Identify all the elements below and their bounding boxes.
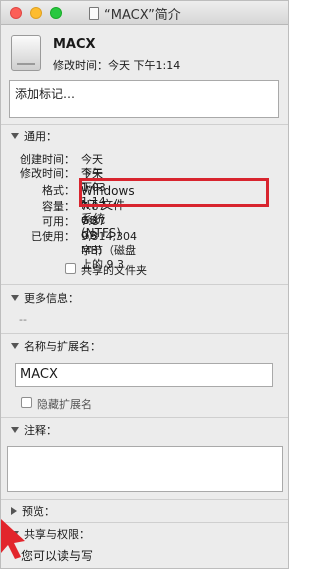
divider [1, 522, 288, 523]
modified-summary: 修改时间：今天 下午1:14 [53, 59, 181, 72]
format-label: 格式： [42, 184, 75, 197]
section-general-label: 通用： [24, 130, 57, 143]
section-comments-label: 注释： [24, 424, 57, 437]
disk-icon [11, 35, 41, 71]
divider [1, 284, 288, 285]
disclosure-triangle-icon [11, 507, 17, 515]
window-title-text: “MACX”简介 [104, 7, 181, 23]
section-general-header[interactable]: 通用： [11, 129, 57, 143]
info-header: MACX 修改时间：今天 下午1:14 [1, 26, 288, 78]
section-preview-header[interactable]: 预览： [11, 504, 55, 518]
volume-name: MACX [53, 37, 96, 52]
close-button[interactable] [10, 7, 22, 19]
comments-textarea[interactable] [7, 446, 283, 492]
format-highlight-box [79, 178, 269, 207]
divider [1, 499, 288, 500]
section-preview-label: 预览： [22, 505, 55, 518]
disclosure-triangle-icon [11, 295, 19, 301]
name-input[interactable]: MACX [15, 363, 273, 387]
capacity-label: 容量： [42, 200, 75, 213]
hide-extension-label: 隐藏扩展名 [37, 398, 92, 411]
title-bar[interactable]: “MACX”简介 [1, 1, 288, 25]
zoom-button[interactable] [50, 7, 62, 19]
section-more-info-header[interactable]: 更多信息： [11, 291, 79, 305]
disclosure-triangle-icon [11, 133, 19, 139]
minimize-button[interactable] [30, 7, 42, 19]
annotation-arrow-icon [1, 519, 25, 559]
tags-field[interactable]: 添加标记… [9, 80, 279, 118]
section-comments-header[interactable]: 注释： [11, 423, 57, 437]
used-label: 已使用： [31, 230, 75, 243]
created-label: 创建时间： [20, 153, 75, 166]
section-more-info-label: 更多信息： [24, 292, 79, 305]
divider [1, 333, 288, 334]
divider [1, 417, 288, 418]
section-name-header[interactable]: 名称与扩展名： [11, 339, 101, 353]
more-info-value: -- [19, 313, 27, 326]
window-title: “MACX”简介 [89, 4, 181, 23]
modified-label: 修改时间： [20, 167, 75, 180]
section-sharing-label: 共享与权限： [24, 528, 90, 541]
shared-folder-checkbox[interactable] [65, 263, 76, 274]
info-window: “MACX”简介 MACX 修改时间：今天 下午1:14 添加标记… 通用： 创… [0, 0, 289, 569]
sharing-value: 您可以读与写 [21, 549, 94, 563]
hide-extension-checkbox[interactable] [21, 397, 32, 408]
disclosure-triangle-icon [11, 343, 19, 349]
used-value-cont: MB) [81, 244, 103, 257]
disclosure-triangle-icon [11, 427, 19, 433]
document-icon [89, 6, 99, 20]
shared-folder-label: 共享的文件夹 [81, 264, 147, 277]
section-name-label: 名称与扩展名： [24, 340, 101, 353]
divider [1, 124, 288, 125]
available-label: 可用： [42, 215, 75, 228]
